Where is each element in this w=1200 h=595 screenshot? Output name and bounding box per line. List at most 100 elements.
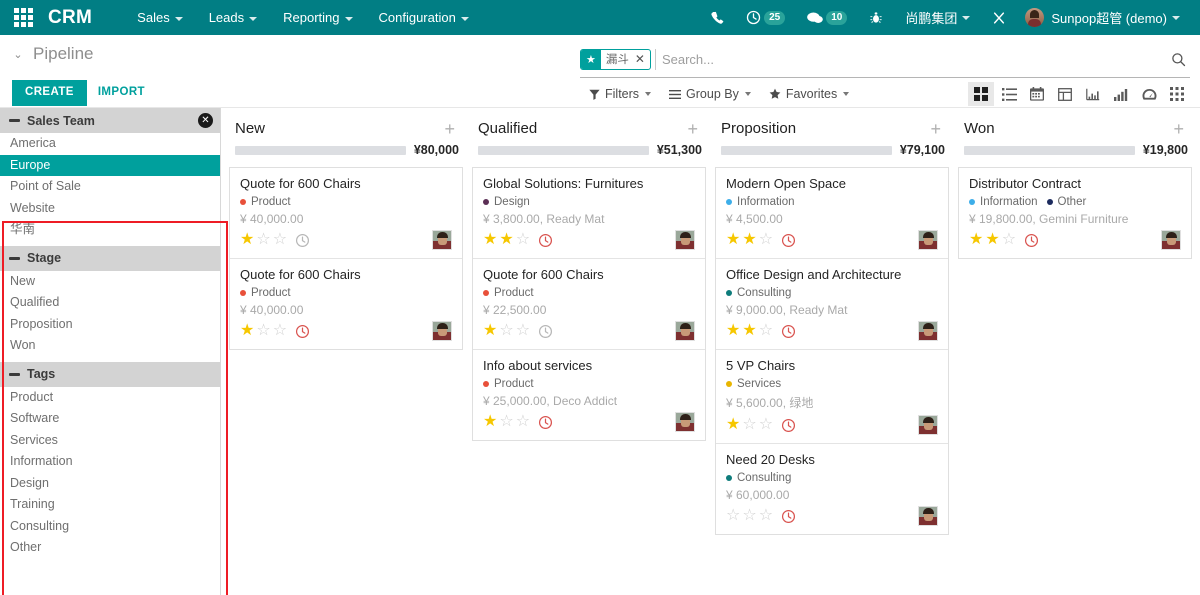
menu-configuration[interactable]: Configuration [366,0,482,35]
star-icon[interactable]: ☆ [256,232,270,248]
view-calendar-button[interactable] [1024,82,1050,106]
menu-leads[interactable]: Leads [196,0,270,35]
star-icon[interactable]: ☆ [273,232,287,248]
kanban-card[interactable]: Global Solutions: FurnituresDesign¥ 3,80… [473,168,705,259]
activity-clock-icon[interactable] [781,509,796,524]
activity-clock-icon[interactable] [295,233,310,248]
wrench-icon[interactable] [981,0,1017,35]
add-card-button[interactable]: + [683,122,702,136]
import-button[interactable]: IMPORT [87,80,156,106]
avatar[interactable] [675,412,695,432]
phone-icon[interactable] [699,0,735,35]
activities-clock-icon[interactable]: 25 [735,0,796,35]
kanban-card[interactable]: Office Design and ArchitectureConsulting… [716,259,948,350]
view-pivot-button[interactable] [1052,82,1078,106]
activity-clock-icon[interactable] [781,418,796,433]
view-activity-button[interactable] [1136,82,1162,106]
bug-icon[interactable] [858,0,894,35]
kanban-card[interactable]: Quote for 600 ChairsProduct¥ 40,000.00★☆… [230,259,462,349]
avatar[interactable] [918,506,938,526]
sidebar-item-qualified[interactable]: Qualified [0,292,220,314]
favorites-button[interactable]: Favorites [760,81,858,107]
sidebar-item-consulting[interactable]: Consulting [0,516,220,538]
star-icon[interactable]: ☆ [516,323,530,339]
kanban-card[interactable]: Need 20 DesksConsulting¥ 60,000.00☆☆☆ [716,444,948,534]
kanban-card[interactable]: Modern Open SpaceInformation¥ 4,500.00★★… [716,168,948,259]
kanban-card[interactable]: Quote for 600 ChairsProduct¥ 22,500.00★☆… [473,259,705,350]
avatar[interactable] [675,230,695,250]
search-icon[interactable] [1165,52,1190,67]
avatar[interactable] [432,321,452,341]
clear-filter-icon[interactable]: ✕ [198,113,213,128]
sidebar-group-header-tags[interactable]: Tags [0,362,220,387]
star-icon[interactable]: ★ [742,232,756,248]
sidebar-item-website[interactable]: Website [0,198,220,220]
chevron-down-icon[interactable]: ⌄ [12,48,24,61]
star-icon[interactable]: ☆ [742,417,756,433]
star-icon[interactable]: ☆ [499,323,513,339]
sidebar-item-design[interactable]: Design [0,473,220,495]
sidebar-item-europe[interactable]: Europe [0,155,220,177]
avatar[interactable] [918,230,938,250]
activity-clock-icon[interactable] [781,233,796,248]
menu-sales[interactable]: Sales [124,0,196,35]
activity-clock-icon[interactable] [538,324,553,339]
star-icon[interactable]: ☆ [516,414,530,430]
sidebar-item-training[interactable]: Training [0,494,220,516]
star-icon[interactable]: ★ [240,323,254,339]
view-bar-button[interactable] [1108,82,1134,106]
kanban-card[interactable]: Distributor ContractInformationOther¥ 19… [959,168,1191,258]
search-facet[interactable]: ★ 漏斗 ✕ [580,49,651,70]
sidebar-item-华南[interactable]: 华南 [0,219,220,241]
star-icon[interactable]: ★ [240,232,254,248]
progress-track[interactable] [235,146,406,155]
groupby-button[interactable]: Group By [660,81,760,107]
app-brand[interactable]: CRM [46,7,98,29]
activity-clock-icon[interactable] [781,324,796,339]
sidebar-item-services[interactable]: Services [0,430,220,452]
star-icon[interactable]: ★ [726,417,740,433]
star-icon[interactable]: ☆ [516,232,530,248]
star-icon[interactable]: ★ [969,232,983,248]
star-icon[interactable]: ★ [726,232,740,248]
progress-track[interactable] [478,146,649,155]
sidebar-item-america[interactable]: America [0,133,220,155]
star-icon[interactable]: ★ [499,232,513,248]
sidebar-item-proposition[interactable]: Proposition [0,314,220,336]
star-icon[interactable]: ★ [985,232,999,248]
avatar[interactable] [675,321,695,341]
create-button[interactable]: CREATE [12,80,87,106]
progress-track[interactable] [721,146,892,155]
company-selector[interactable]: 尚鹏集团 [894,0,981,35]
star-icon[interactable]: ☆ [759,417,773,433]
avatar[interactable] [918,415,938,435]
star-icon[interactable]: ★ [483,232,497,248]
close-icon[interactable]: ✕ [633,50,650,69]
star-icon[interactable]: ★ [483,414,497,430]
star-icon[interactable]: ★ [483,323,497,339]
activity-clock-icon[interactable] [538,415,553,430]
view-kanban-button[interactable] [968,82,994,106]
view-cohort-button[interactable] [1164,82,1190,106]
avatar[interactable] [432,230,452,250]
star-icon[interactable]: ☆ [759,508,773,524]
avatar[interactable] [1161,230,1181,250]
sidebar-item-point-of-sale[interactable]: Point of Sale [0,176,220,198]
sidebar-item-won[interactable]: Won [0,335,220,357]
kanban-card[interactable]: 5 VP ChairsServices¥ 5,600.00, 绿地★☆☆ [716,350,948,444]
star-icon[interactable]: ☆ [499,414,513,430]
sidebar-group-header-sales-team[interactable]: Sales Team✕ [0,108,220,133]
star-icon[interactable]: ☆ [742,508,756,524]
add-card-button[interactable]: + [926,122,945,136]
user-menu[interactable]: Sunpop超管 (demo) [1017,0,1190,35]
star-icon[interactable]: ☆ [759,232,773,248]
progress-track[interactable] [964,146,1135,155]
sidebar-group-header-stage[interactable]: Stage [0,246,220,271]
add-card-button[interactable]: + [440,122,459,136]
view-graph-button[interactable] [1080,82,1106,106]
messages-chat-icon[interactable]: 10 [796,0,858,35]
star-icon[interactable]: ★ [726,323,740,339]
add-card-button[interactable]: + [1169,122,1188,136]
star-icon[interactable]: ☆ [256,323,270,339]
sidebar-item-software[interactable]: Software [0,408,220,430]
